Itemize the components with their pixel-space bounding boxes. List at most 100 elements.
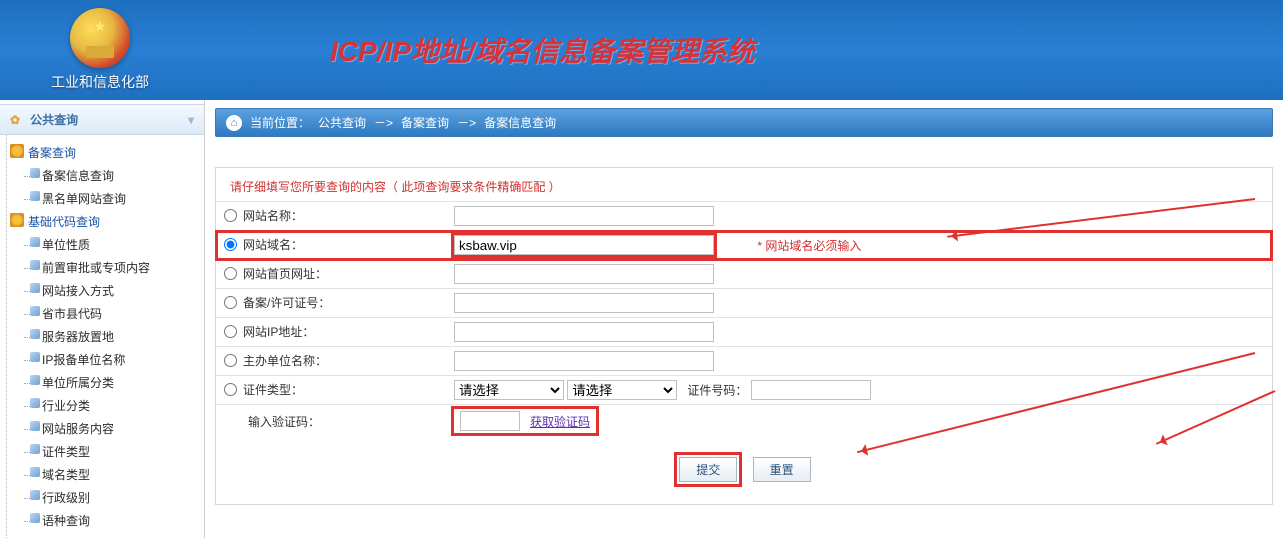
- emblem-block: 工业和信息化部: [0, 8, 200, 92]
- domain-required-hint: * 网站域名必须输入: [757, 239, 861, 253]
- page-icon: [30, 375, 40, 385]
- sidebar-item-label: 证件类型: [42, 445, 90, 459]
- form-hint: 请仔细填写您所要查询的内容（ 此项查询要求条件精确匹配 ）: [216, 168, 1272, 201]
- get-captcha-link[interactable]: 获取验证码: [530, 413, 590, 430]
- sidebar-item-label: 备案查询: [28, 146, 76, 160]
- sidebar-item-label: 基础代码查询: [28, 215, 100, 229]
- label-cert-type: 证件类型：: [243, 381, 303, 398]
- sidebar-group-base-code[interactable]: 基础代码查询: [10, 210, 198, 233]
- sidebar-tree: 备案查询 备案信息查询 黑名单网站查询 基础代码查询 单位性质 前置审批或专项内…: [0, 135, 204, 538]
- breadcrumb-link-a[interactable]: 公共查询: [318, 114, 366, 131]
- input-license[interactable]: [454, 293, 714, 313]
- radio-homepage[interactable]: [224, 267, 237, 280]
- sidebar-item-label: 服务器放置地: [42, 330, 114, 344]
- folder-icon: [10, 144, 24, 158]
- input-sponsor[interactable]: [454, 351, 714, 371]
- form-actions: 提交 重置: [216, 437, 1272, 484]
- input-ip[interactable]: [454, 322, 714, 342]
- sidebar-header-label: 公共查询: [30, 111, 78, 128]
- national-emblem-icon: [70, 8, 130, 68]
- sidebar-item[interactable]: 省市县代码: [10, 302, 198, 325]
- label-site-name: 网站名称：: [243, 207, 303, 224]
- sidebar-item[interactable]: 单位所属分类: [10, 371, 198, 394]
- page-icon: [30, 467, 40, 477]
- submit-button[interactable]: 提交: [679, 457, 737, 482]
- sidebar-item-label: 单位所属分类: [42, 376, 114, 390]
- page-icon: [30, 237, 40, 247]
- sidebar-item-blacklist[interactable]: 黑名单网站查询: [10, 187, 198, 210]
- page-icon: [30, 260, 40, 270]
- input-site-name[interactable]: [454, 206, 714, 226]
- reset-button[interactable]: 重置: [753, 457, 811, 482]
- breadcrumb-sep: －>: [457, 114, 476, 131]
- breadcrumb-current: 备案信息查询: [484, 114, 556, 131]
- sidebar-item[interactable]: 网站接入方式: [10, 279, 198, 302]
- input-domain[interactable]: [454, 235, 714, 255]
- label-ip: 网站IP地址：: [243, 323, 314, 340]
- sidebar-item-label: 备案信息查询: [42, 169, 114, 183]
- breadcrumb-prefix: 当前位置：: [250, 114, 310, 131]
- sidebar-item-label: IP报备单位名称: [42, 353, 125, 367]
- radio-domain[interactable]: [224, 238, 237, 251]
- app-header: 工业和信息化部 ICP/IP地址/域名信息备案管理系统: [0, 0, 1283, 100]
- sidebar-item[interactable]: 单位性质: [10, 233, 198, 256]
- page-icon: [30, 444, 40, 454]
- home-icon[interactable]: ⌂: [226, 115, 242, 131]
- sidebar-item-label: 前置审批或专项内容: [42, 261, 150, 275]
- label-sponsor: 主办单位名称：: [243, 352, 327, 369]
- select-cert-type-2[interactable]: 请选择: [567, 380, 677, 400]
- page-icon: [30, 168, 40, 178]
- sidebar-item[interactable]: 前置审批或专项内容: [10, 256, 198, 279]
- label-captcha: 输入验证码：: [248, 413, 320, 430]
- chevron-down-icon: ▾: [188, 113, 194, 127]
- page-icon: [30, 513, 40, 523]
- label-license: 备案/许可证号：: [243, 294, 330, 311]
- label-homepage: 网站首页网址：: [243, 265, 327, 282]
- page-icon: [30, 398, 40, 408]
- sidebar-item-label: 网站服务内容: [42, 422, 114, 436]
- input-captcha[interactable]: [460, 411, 520, 431]
- sidebar-item[interactable]: 语种查询: [10, 509, 198, 532]
- sidebar-item-label: 单位性质: [42, 238, 90, 252]
- sidebar-group-record-query[interactable]: 备案查询: [10, 141, 198, 164]
- page-icon: [30, 283, 40, 293]
- query-form: 请仔细填写您所要查询的内容（ 此项查询要求条件精确匹配 ） 网站名称： 网站域名…: [215, 167, 1273, 505]
- sidebar-item[interactable]: 服务器放置地: [10, 325, 198, 348]
- sidebar-item[interactable]: 行政级别: [10, 486, 198, 509]
- page-icon: [30, 191, 40, 201]
- sidebar-item[interactable]: 行业分类: [10, 394, 198, 417]
- sidebar-item-label: 黑名单网站查询: [42, 192, 126, 206]
- sidebar-item-label: 行业分类: [42, 399, 90, 413]
- label-cert-no: 证件号码：: [687, 384, 747, 398]
- sidebar-item[interactable]: IP报备单位名称: [10, 348, 198, 371]
- gear-icon: ✿: [10, 113, 20, 127]
- page-icon: [30, 421, 40, 431]
- sidebar-item-label: 省市县代码: [42, 307, 102, 321]
- radio-license[interactable]: [224, 296, 237, 309]
- folder-icon: [10, 213, 24, 227]
- sidebar-item[interactable]: 网站服务内容: [10, 417, 198, 440]
- sidebar: ✿ 公共查询 ▾ 备案查询 备案信息查询 黑名单网站查询 基础代码查询 单位性质…: [0, 100, 205, 538]
- page-icon: [30, 306, 40, 316]
- breadcrumb-link-b[interactable]: 备案查询: [401, 114, 449, 131]
- sidebar-item-label: 语种查询: [42, 514, 90, 528]
- input-cert-no[interactable]: [751, 380, 871, 400]
- radio-sponsor[interactable]: [224, 354, 237, 367]
- sidebar-item-label: 域名类型: [42, 468, 90, 482]
- breadcrumb: ⌂ 当前位置： 公共查询 －> 备案查询 －> 备案信息查询: [215, 108, 1273, 137]
- select-cert-type-1[interactable]: 请选择: [454, 380, 564, 400]
- breadcrumb-sep: －>: [374, 114, 393, 131]
- input-homepage[interactable]: [454, 264, 714, 284]
- label-domain: 网站域名：: [243, 236, 303, 253]
- radio-cert-type[interactable]: [224, 383, 237, 396]
- sidebar-item-record-info[interactable]: 备案信息查询: [10, 164, 198, 187]
- main-panel: ⌂ 当前位置： 公共查询 －> 备案查询 －> 备案信息查询 请仔细填写您所要查…: [205, 100, 1283, 538]
- sidebar-header[interactable]: ✿ 公共查询 ▾: [0, 104, 204, 135]
- sidebar-item-label: 行政级别: [42, 491, 90, 505]
- sidebar-item[interactable]: 域名类型: [10, 463, 198, 486]
- radio-site-name[interactable]: [224, 209, 237, 222]
- sidebar-item[interactable]: 证件类型: [10, 440, 198, 463]
- sidebar-item-label: 网站接入方式: [42, 284, 114, 298]
- page-icon: [30, 490, 40, 500]
- radio-ip[interactable]: [224, 325, 237, 338]
